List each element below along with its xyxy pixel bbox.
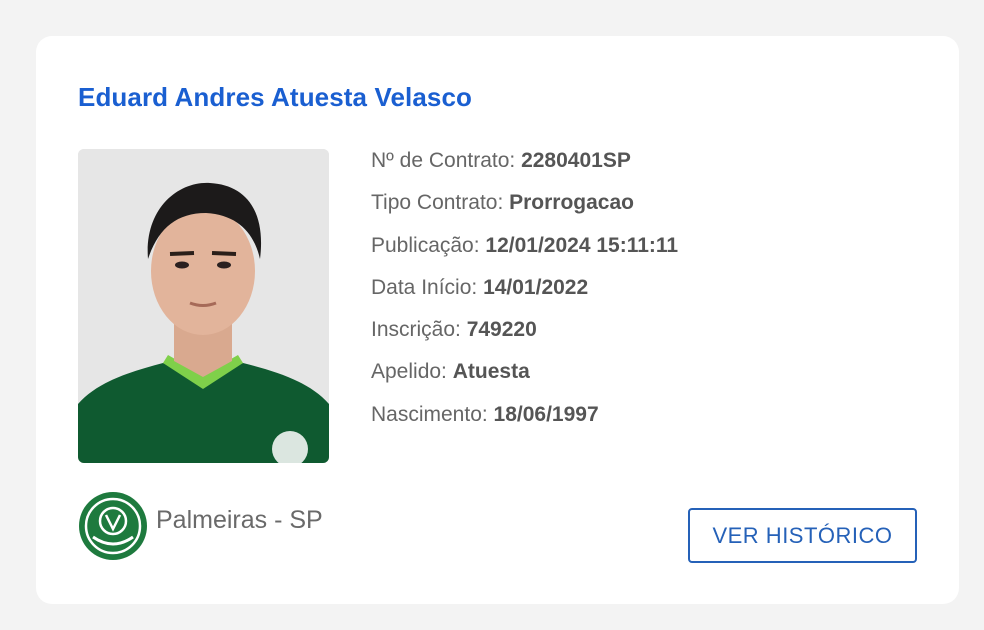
detail-registration: Inscrição: 749220 bbox=[371, 309, 678, 351]
detail-label: Publicação: bbox=[371, 233, 486, 257]
detail-value: 14/01/2022 bbox=[483, 275, 589, 299]
detail-start-date: Data Início: 14/01/2022 bbox=[371, 267, 678, 309]
detail-label: Nascimento: bbox=[371, 402, 494, 426]
detail-value: 749220 bbox=[466, 318, 537, 342]
player-card: Eduard Andres Atuesta Velasco Nº de Cont… bbox=[36, 36, 959, 604]
palmeiras-badge-icon bbox=[78, 491, 148, 561]
detail-value: Atuesta bbox=[452, 360, 530, 384]
detail-label: Data Início: bbox=[371, 275, 484, 299]
detail-label: Apelido: bbox=[371, 360, 453, 384]
detail-nickname: Apelido: Atuesta bbox=[371, 351, 678, 393]
club-name: Palmeiras - SP bbox=[156, 505, 323, 534]
detail-label: Nº de Contrato: bbox=[371, 149, 522, 172]
detail-birth: Nascimento: 18/06/1997 bbox=[371, 394, 678, 436]
detail-contract-number: Nº de Contrato: 2280401SP bbox=[371, 140, 678, 182]
view-history-button[interactable]: VER HISTÓRICO bbox=[688, 508, 917, 563]
detail-publication: Publicação: 12/01/2024 15:11:11 bbox=[371, 225, 678, 267]
detail-label: Tipo Contrato: bbox=[371, 191, 510, 215]
detail-value: 18/06/1997 bbox=[493, 402, 599, 426]
player-name: Eduard Andres Atuesta Velasco bbox=[78, 82, 472, 112]
club-info: Palmeiras - SP bbox=[78, 491, 323, 561]
player-photo bbox=[78, 149, 329, 463]
detail-value: 2280401SP bbox=[521, 149, 631, 172]
detail-value: 12/01/2024 15:11:11 bbox=[485, 233, 679, 257]
detail-label: Inscrição: bbox=[371, 318, 467, 342]
detail-contract-type: Tipo Contrato: Prorrogacao bbox=[371, 182, 678, 224]
detail-value: Prorrogacao bbox=[509, 191, 634, 215]
contract-details: Nº de Contrato: 2280401SP Tipo Contrato:… bbox=[371, 140, 678, 436]
